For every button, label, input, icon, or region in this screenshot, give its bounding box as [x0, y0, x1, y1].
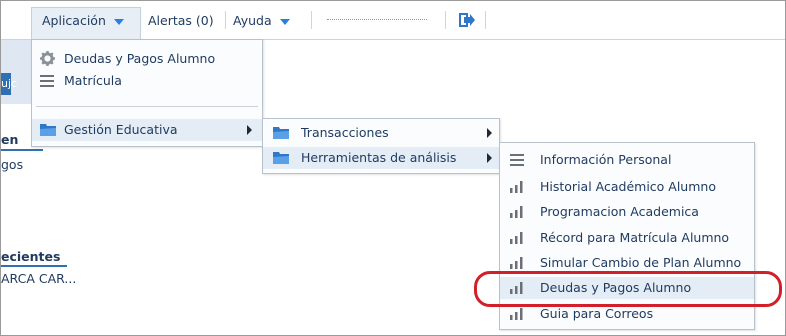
- menu-item-matricula[interactable]: Matrícula: [32, 70, 262, 92]
- blurred-user-id: [327, 19, 427, 24]
- menu-item-label: Guia para Correos: [540, 306, 654, 321]
- bar-chart-icon: [510, 257, 523, 269]
- heading-underline: [1, 149, 43, 151]
- menu-item-historial-academico[interactable]: Historial Académico Alumno: [500, 176, 754, 198]
- sign-out-icon[interactable]: [459, 13, 475, 27]
- gear-icon: [40, 51, 55, 66]
- divider: [225, 11, 226, 29]
- bar-chart-icon: [510, 181, 523, 193]
- list-icon: [40, 75, 54, 87]
- section-heading-recent: ecientes: [1, 249, 61, 264]
- divider: [485, 11, 486, 29]
- menu-item-label: Herramientas de análisis: [301, 150, 457, 165]
- menu-item-label: Récord para Matrícula Alumno: [540, 230, 730, 245]
- menu-item-label: Historial Académico Alumno: [540, 179, 716, 194]
- top-nav-bar: Aplicación Alertas (0) Ayuda: [1, 1, 785, 40]
- folder-icon: [273, 127, 289, 139]
- aplicacion-menu-button[interactable]: Aplicación: [42, 13, 124, 28]
- menu-item-programacion-academica[interactable]: Programacion Academica: [500, 201, 754, 223]
- divider: [445, 11, 446, 29]
- list-icon: [510, 154, 524, 166]
- bar-chart-icon: [510, 232, 523, 244]
- bar-chart-icon: [510, 308, 523, 320]
- menu-item-label: Transacciones: [301, 125, 389, 140]
- menu-item-label: Simular Cambio de Plan Alumno: [540, 255, 742, 270]
- menu-item-transacciones[interactable]: Transacciones: [263, 122, 499, 144]
- section-item[interactable]: gos: [1, 157, 23, 172]
- section-heading: en: [1, 132, 19, 147]
- ayuda-label: Ayuda: [233, 13, 272, 28]
- aplicacion-label: Aplicación: [42, 13, 106, 28]
- menu-item-label: Matrícula: [64, 73, 122, 88]
- recent-item[interactable]: ARCA CAR...: [1, 271, 76, 286]
- heading-underline: [1, 265, 67, 267]
- menu-separator: [36, 106, 258, 107]
- folder-icon: [40, 124, 56, 136]
- menu-item-record-matricula[interactable]: Récord para Matrícula Alumno: [500, 227, 754, 249]
- menu-item-label: Deudas y Pagos Alumno: [64, 51, 216, 66]
- screenshot-frame: Aplicación Alertas (0) Ayuda ujc en gos …: [0, 0, 786, 336]
- menu-item-deudas-pagos[interactable]: Deudas y Pagos Alumno: [32, 48, 262, 70]
- menu-item-gestion-educativa[interactable]: Gestión Educativa: [32, 119, 262, 141]
- page-tab[interactable]: ujc: [1, 73, 17, 95]
- menu-item-herramientas-analisis[interactable]: Herramientas de análisis: [263, 147, 499, 169]
- chevron-down-icon: [279, 18, 290, 25]
- ayuda-menu-button[interactable]: Ayuda: [233, 13, 290, 28]
- menu-item-informacion-personal[interactable]: Información Personal: [500, 149, 754, 171]
- page-tab-label: ujc: [1, 77, 18, 90]
- chevron-down-icon: [113, 18, 124, 25]
- highlight-annotation-ring: [474, 271, 782, 307]
- menu-item-label: Programacion Academica: [540, 204, 699, 219]
- chevron-right-icon: [487, 153, 492, 163]
- divider: [311, 11, 312, 29]
- folder-icon: [273, 152, 289, 164]
- aplicacion-dropdown: Deudas y Pagos Alumno Matrícula Gestión …: [31, 39, 263, 147]
- alertas-button[interactable]: Alertas (0): [148, 13, 214, 28]
- gestion-educativa-submenu: Transacciones Herramientas de análisis: [262, 118, 500, 174]
- bar-chart-icon: [510, 206, 523, 218]
- chevron-right-icon: [247, 125, 252, 135]
- chevron-right-icon: [487, 128, 492, 138]
- menu-item-label: Gestión Educativa: [64, 122, 178, 137]
- menu-item-label: Información Personal: [540, 152, 672, 167]
